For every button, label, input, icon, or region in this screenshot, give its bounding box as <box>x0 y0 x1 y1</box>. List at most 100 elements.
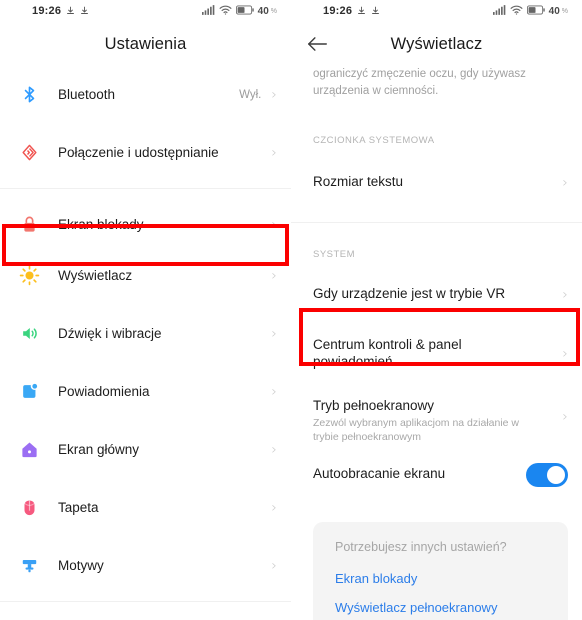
item-label: Wyświetlacz <box>58 268 133 283</box>
display-settings-screen: 19:26 40 % Wyświetlacz ograniczyć zmęcze… <box>291 0 582 620</box>
chevron-right-icon: › <box>271 557 277 574</box>
status-bar-right: 19:26 40 % <box>291 0 582 22</box>
battery-level-text: 40 <box>548 5 560 17</box>
chevron-right-icon: › <box>271 216 277 233</box>
item-label: Autoobracanie ekranu <box>313 466 446 482</box>
status-bar-right-group: 40 % <box>201 2 277 20</box>
chevron-right-icon: › <box>271 267 277 284</box>
list-item-vr-mode[interactable]: Gdy urządzenie jest w trybie VR › <box>291 272 582 318</box>
item-value: Wył. <box>239 88 262 101</box>
chevron-right-icon: › <box>562 345 568 362</box>
intro-description: ograniczyć zmęczenie oczu, gdy używasz u… <box>313 68 526 98</box>
chevron-right-icon: › <box>562 286 568 303</box>
list-item-auto-rotate[interactable]: Autoobracanie ekranu <box>291 452 582 498</box>
item-label: Motywy <box>58 558 104 573</box>
sidebar-item-passwords-security[interactable]: Hasła i bezpieczeństwo › <box>0 615 291 620</box>
notification-icon <box>16 379 42 405</box>
status-bar-right-group: 40 % <box>492 2 568 20</box>
sidebar-item-bluetooth[interactable]: Bluetooth Wył. › <box>0 72 291 117</box>
item-label: Dźwięk i wibracje <box>58 326 162 341</box>
lock-icon <box>16 212 42 238</box>
chevron-right-icon: › <box>562 408 568 425</box>
bluetooth-icon <box>16 82 42 108</box>
wifi-icon <box>219 2 232 20</box>
list-item-control-center[interactable]: Centrum kontroli & panel powiadomień › <box>291 328 582 380</box>
other-settings-card: Potrzebujesz innych ustawień? Ekran blok… <box>313 521 568 620</box>
item-text-block: Rozmiar tekstu <box>313 174 562 191</box>
cellular-signal-icon <box>201 2 215 20</box>
item-text-block: Tryb pełnoekranowy Zezwól wybranym aplik… <box>313 398 562 445</box>
battery-percent-sign: % <box>561 7 568 15</box>
toggle-knob <box>547 465 565 484</box>
item-label: Tryb pełnoekranowy <box>313 397 435 413</box>
item-label: Powiadomienia <box>58 384 150 399</box>
chevron-right-icon: › <box>271 441 277 458</box>
sidebar-item-connection-sharing[interactable]: Połączenie i udostępnianie › <box>0 130 291 175</box>
card-question: Potrzebujesz innych ustawień? <box>335 539 507 554</box>
section-header-system-font: CZCIONKA SYSTEMOWA <box>313 134 435 146</box>
download-icon <box>371 2 380 20</box>
item-text-block: Centrum kontroli & panel powiadomień <box>313 337 562 371</box>
display-header: Wyświetlacz <box>291 22 582 66</box>
chevron-right-icon: › <box>271 499 277 516</box>
settings-list: Bluetooth Wył. › Połączenie i udostępnia… <box>0 66 291 620</box>
wifi-icon <box>510 2 523 20</box>
list-item-text-size[interactable]: Rozmiar tekstu › <box>291 160 582 206</box>
status-bar-left: 19:26 40 % <box>0 0 291 22</box>
sidebar-item-display[interactable]: Wyświetlacz › <box>0 253 291 298</box>
status-bar-left-group: 19:26 <box>323 2 380 20</box>
home-icon <box>16 437 42 463</box>
chevron-right-icon: › <box>562 174 568 191</box>
download-icon <box>80 2 89 20</box>
card-link-lock-screen[interactable]: Ekran blokady <box>335 571 548 586</box>
brightness-sun-icon <box>16 263 42 289</box>
settings-screen: 19:26 40 % Ustawienia Bluetooth Wył. › P… <box>0 0 291 620</box>
sidebar-item-lock-screen[interactable]: Ekran blokady › <box>0 202 291 247</box>
item-label: Rozmiar tekstu <box>313 174 404 190</box>
chevron-right-icon: › <box>271 325 277 342</box>
item-label: Ekran blokady <box>58 217 144 232</box>
status-bar-left-group: 19:26 <box>32 2 89 20</box>
chevron-right-icon: › <box>271 86 277 103</box>
sharing-icon <box>16 140 42 166</box>
sidebar-item-sound-vibration[interactable]: Dźwięk i wibracje › <box>0 311 291 356</box>
item-label: Tapeta <box>58 500 99 515</box>
auto-rotate-toggle[interactable] <box>526 462 568 487</box>
sidebar-item-wallpaper[interactable]: Tapeta › <box>0 485 291 530</box>
item-label: Centrum kontroli & panel powiadomień <box>313 336 462 369</box>
item-label: Bluetooth <box>58 87 116 102</box>
item-label: Połączenie i udostępnianie <box>58 145 219 160</box>
download-icon <box>66 2 75 20</box>
speaker-icon <box>16 321 42 347</box>
status-bar-clock: 19:26 <box>32 5 62 17</box>
back-arrow-icon[interactable] <box>305 32 329 56</box>
status-bar-clock: 19:26 <box>323 5 353 17</box>
page-title: Ustawienia <box>104 34 187 53</box>
sidebar-item-notifications[interactable]: Powiadomienia › <box>0 369 291 414</box>
list-item-fullscreen-mode[interactable]: Tryb pełnoekranowy Zezwól wybranym aplik… <box>291 390 582 448</box>
card-link-fullscreen-display[interactable]: Wyświetlacz pełnoekranowy <box>335 600 548 615</box>
chevron-right-icon: › <box>271 144 277 161</box>
download-icon <box>357 2 366 20</box>
battery-level-text: 40 <box>257 5 269 17</box>
battery-percent-sign: % <box>270 7 277 15</box>
item-text-block: Gdy urządzenie jest w trybie VR <box>313 286 562 303</box>
sidebar-item-home-screen[interactable]: Ekran główny › <box>0 427 291 472</box>
page-title: Wyświetlacz <box>390 34 483 53</box>
wallpaper-tulip-icon <box>16 495 42 521</box>
sidebar-item-themes[interactable]: Motywy › <box>0 543 291 588</box>
